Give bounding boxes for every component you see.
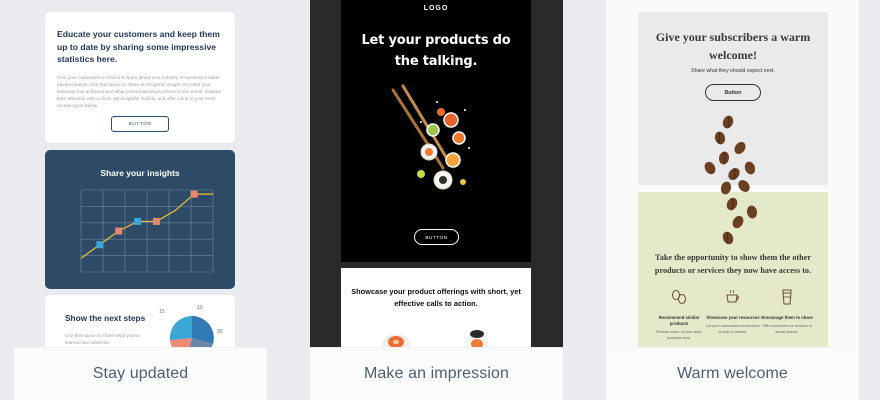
coffee-beans-image — [704, 115, 758, 245]
stats-card: Educate your customers and keep them up … — [45, 12, 235, 143]
gutter-2 — [563, 0, 606, 400]
right-gutter — [859, 0, 880, 400]
next-steps-body: Use this space to share what you've lear… — [65, 333, 140, 346]
hero-panel: LOGO Let your products do the talking. B — [341, 0, 531, 262]
hero-title-line-1: Let your products do — [361, 33, 511, 48]
stats-heading: Educate your customers and keep them up … — [57, 29, 220, 64]
welcome-heading: Give your subscribers a warm welcome! — [655, 30, 811, 62]
coffee-cup-icon — [726, 289, 739, 303]
left-gutter — [0, 0, 14, 400]
feature-item: Showcase your resources Let your subscri… — [705, 288, 761, 335]
stats-body: Give your customers a chance to learn ab… — [57, 74, 222, 108]
feature-item: Encourage them to share Offer incentives… — [759, 288, 815, 335]
data-point-marker — [190, 190, 198, 198]
pie-label-1: 15 — [159, 309, 165, 315]
takeaway-cup-icon — [782, 289, 792, 305]
data-point-marker — [96, 241, 104, 249]
template-stay-updated[interactable]: Educate your customers and keep them up … — [14, 0, 267, 400]
hero-button[interactable]: BUTTON — [414, 229, 459, 245]
pie-label-2: 10 — [197, 305, 203, 311]
feature-label: Recommend similar products — [658, 315, 700, 326]
feature-desc: Let your subscribers know there is help … — [706, 324, 760, 334]
sushi-chopsticks-image — [391, 84, 470, 190]
logo: LOGO — [423, 5, 449, 12]
stats-button[interactable]: BUTTON — [111, 116, 169, 132]
insights-line-chart — [80, 189, 214, 273]
gutter-1 — [267, 0, 310, 400]
feature-label: Showcase your resources — [706, 315, 760, 320]
pie-label-3: 30 — [217, 329, 223, 335]
template-caption[interactable]: Stay updated — [93, 365, 189, 383]
feature-desc: Feature some of your other products here… — [656, 330, 702, 340]
caption-bar: Warm welcome — [606, 347, 859, 400]
pie-slice-teal — [169, 315, 192, 340]
products-heading: Take the opportunity to show them the ot… — [654, 253, 812, 275]
insights-card: Share your insights — [45, 150, 235, 289]
feature-item: Recommend similar products Feature some … — [651, 288, 707, 341]
caption-bar: Make an impression — [310, 347, 563, 400]
template-caption[interactable]: Warm welcome — [677, 365, 788, 383]
hero-title: Let your products do the talking. — [341, 30, 531, 72]
coffee-beans-icon — [672, 290, 686, 304]
template-caption[interactable]: Make an impression — [364, 365, 509, 383]
hero-title-line-2: the talking. — [394, 54, 478, 69]
welcome-button[interactable]: Button — [705, 84, 761, 101]
data-point-marker — [115, 227, 123, 235]
next-steps-card: Show the next steps Use this space to sh… — [45, 295, 235, 360]
feature-desc: Offer incentives for reviews or social s… — [761, 324, 813, 334]
data-point-marker — [134, 217, 142, 225]
template-warm-welcome[interactable]: Give your subscribers a warm welcome! Sh… — [606, 0, 859, 400]
welcome-subheading: Share what they should expect next. — [691, 68, 775, 74]
next-steps-heading: Show the next steps — [65, 313, 146, 323]
template-make-an-impression[interactable]: LOGO Let your products do the talking. B — [310, 0, 563, 400]
feature-label: Encourage them to share — [761, 315, 813, 320]
data-point-marker — [152, 217, 160, 225]
product-heading: Showcase your product offerings with sho… — [351, 287, 521, 308]
caption-bar: Stay updated — [14, 347, 267, 400]
